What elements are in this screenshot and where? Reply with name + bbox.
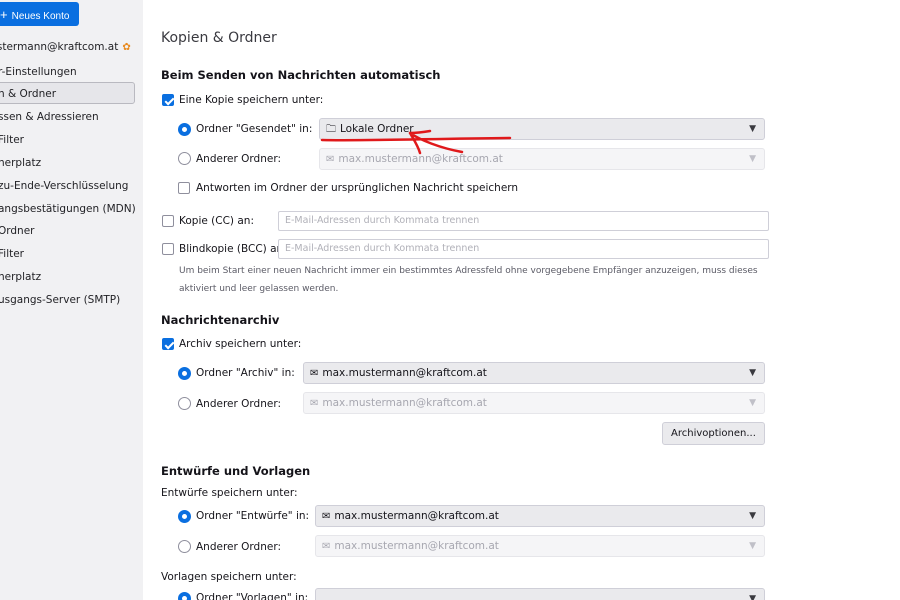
sidebar-account[interactable]: mustermann@kraftcom.at✿ (0, 41, 131, 53)
drafts-folder-radio-label: Ordner "Entwürfe" in: (196, 510, 310, 522)
other-sent-folder-label: Anderer Ordner: (196, 153, 282, 165)
chevron-down-icon: ▼ (749, 511, 756, 521)
chevron-down-icon: ▼ (749, 154, 756, 164)
templates-save-label: Vorlagen speichern unter: (161, 571, 297, 583)
folder-icon: 🗀 (326, 124, 336, 135)
sidebar-item-local-folders[interactable]: Ordner (0, 225, 35, 237)
sidebar-item-junk-filter[interactable]: Filter (0, 134, 24, 146)
drafts-section-heading: Entwürfe und Vorlagen (161, 464, 311, 478)
drafts-folder-radio[interactable] (178, 510, 191, 523)
chevron-down-icon: ▼ (749, 124, 756, 134)
account-icon: ✉ (326, 154, 335, 165)
archive-folder-radio[interactable] (178, 367, 191, 380)
other-archive-folder-label: Anderer Ordner: (196, 398, 282, 410)
save-copy-label: Eine Kopie speichern unter: (179, 94, 324, 106)
sent-folder-value: Lokale Ordner (340, 123, 414, 135)
archive-options-button[interactable]: Archivoptionen... (662, 422, 765, 445)
templates-folder-radio[interactable] (178, 592, 191, 600)
other-archive-folder-value: max.mustermann@kraftcom.at (322, 397, 487, 409)
archive-folder-radio-label: Ordner "Archiv" in: (196, 367, 295, 379)
address-hint-text: Um beim Start einer neuen Nachricht imme… (179, 266, 758, 294)
account-icon: ✉ (322, 511, 331, 522)
chevron-down-icon: ▼ (749, 594, 756, 600)
send-section-heading: Beim Senden von Nachrichten automatisch (161, 68, 441, 82)
archive-folder-dropdown[interactable]: ✉ max.mustermann@kraftcom.at ▼ (303, 362, 765, 384)
sidebar-item-local-junk-filter[interactable]: Filter (0, 248, 24, 260)
chevron-down-icon: ▼ (749, 368, 756, 378)
other-drafts-folder-value: max.mustermann@kraftcom.at (334, 540, 499, 552)
bcc-label: Blindkopie (BCC) an: (179, 243, 287, 255)
other-archive-folder-radio[interactable] (178, 397, 191, 410)
reply-in-folder-checkbox[interactable] (178, 182, 190, 194)
other-sent-folder-dropdown[interactable]: ✉ max.mustermann@kraftcom.at ▼ (319, 148, 765, 170)
bcc-checkbox[interactable] (162, 243, 174, 255)
drafts-folder-dropdown[interactable]: ✉ max.mustermann@kraftcom.at ▼ (315, 505, 765, 527)
save-archive-label: Archiv speichern unter: (179, 338, 302, 350)
other-drafts-folder-dropdown[interactable]: ✉ max.mustermann@kraftcom.at ▼ (315, 535, 765, 557)
star-icon: ✿ (122, 42, 131, 53)
account-icon: ✉ (310, 398, 319, 409)
sidebar-item-disk-space[interactable]: herplatz (0, 157, 41, 169)
bcc-input[interactable]: E-Mail-Adressen durch Kommata trennen (278, 239, 769, 259)
sidebar-item-copies-folders[interactable]: n & Ordner (0, 88, 56, 100)
sent-folder-radio[interactable] (178, 123, 191, 136)
sidebar-item-e2e-encryption[interactable]: zu-Ende-Verschlüsselung (0, 180, 128, 192)
cc-input[interactable]: E-Mail-Adressen durch Kommata trennen (278, 211, 769, 231)
sent-folder-dropdown[interactable]: 🗀 Lokale Ordner ▼ (319, 118, 765, 140)
new-account-label: Neues Konto (11, 11, 70, 22)
templates-folder-dropdown[interactable]: ▼ (315, 588, 765, 600)
cc-checkbox[interactable] (162, 215, 174, 227)
sent-folder-radio-label: Ordner "Gesendet" in: (196, 123, 313, 135)
templates-folder-radio-label: Ordner "Vorlagen" in: (196, 592, 309, 600)
other-sent-folder-radio[interactable] (178, 152, 191, 165)
account-icon: ✉ (310, 368, 319, 379)
sidebar-item-return-receipts[interactable]: angsbestätigungen (MDN) (0, 203, 136, 215)
drafts-save-label: Entwürfe speichern unter: (161, 487, 298, 499)
account-sidebar: +Neues Konto mustermann@kraftcom.at✿ r-E… (0, 0, 143, 600)
new-account-button[interactable]: + Neues Konto (0, 2, 79, 26)
chevron-down-icon: ▼ (749, 541, 756, 551)
plus-icon: + (0, 7, 8, 22)
sidebar-item-smtp-server[interactable]: usgangs-Server (SMTP) (0, 294, 120, 306)
other-archive-folder-dropdown[interactable]: ✉ max.mustermann@kraftcom.at ▼ (303, 392, 765, 414)
sidebar-item-composition[interactable]: ssen & Adressieren (0, 111, 99, 123)
sidebar-item-server-settings[interactable]: r-Einstellungen (0, 66, 77, 78)
save-copy-checkbox[interactable] (162, 94, 174, 106)
reply-in-folder-label: Antworten im Ordner der ursprünglichen N… (196, 182, 519, 194)
archive-folder-value: max.mustermann@kraftcom.at (322, 367, 487, 379)
settings-panel: Kopien & Ordner Beim Senden von Nachrich… (143, 0, 900, 600)
other-drafts-folder-label: Anderer Ordner: (196, 541, 282, 553)
other-drafts-folder-radio[interactable] (178, 540, 191, 553)
other-sent-folder-value: max.mustermann@kraftcom.at (338, 153, 503, 165)
archive-section-heading: Nachrichtenarchiv (161, 313, 280, 327)
account-icon: ✉ (322, 541, 331, 552)
page-title: Kopien & Ordner (161, 30, 277, 46)
sidebar-account-label: mustermann@kraftcom.at (0, 41, 119, 53)
chevron-down-icon: ▼ (749, 398, 756, 408)
sidebar-item-local-disk-space[interactable]: herplatz (0, 271, 41, 283)
drafts-folder-value: max.mustermann@kraftcom.at (334, 510, 499, 522)
cc-label: Kopie (CC) an: (179, 215, 254, 227)
save-archive-checkbox[interactable] (162, 338, 174, 350)
